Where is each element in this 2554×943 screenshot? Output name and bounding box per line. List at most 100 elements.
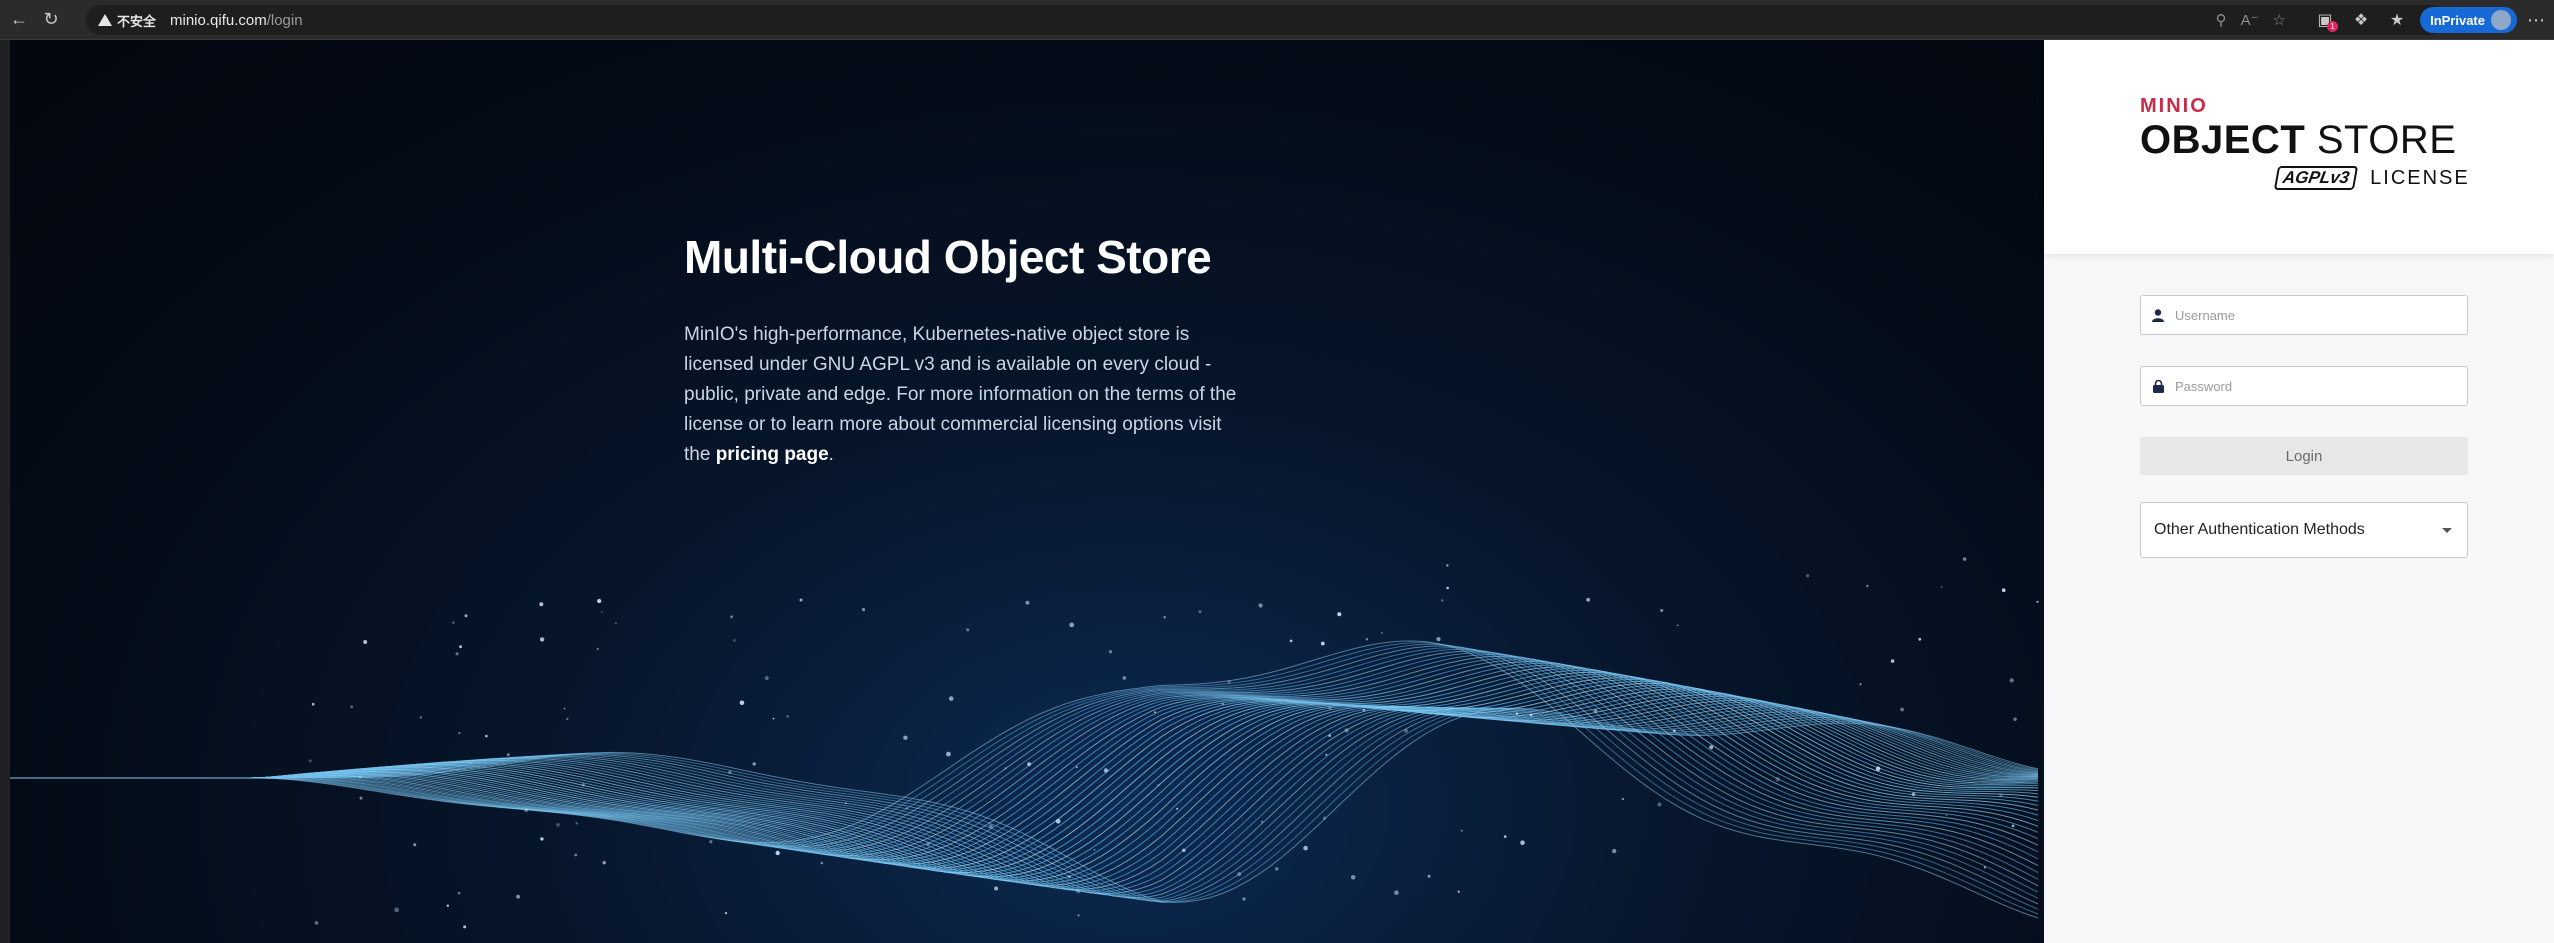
security-indicator[interactable]: 不安全	[98, 11, 156, 30]
sparkle-dot	[308, 759, 312, 763]
sparkle-dot	[1394, 890, 1399, 895]
sparkle-dot	[1676, 624, 1679, 627]
sparkle-dot	[709, 840, 713, 844]
sparkle-dot	[350, 705, 354, 709]
sparkle-dot	[2001, 588, 2006, 592]
sparkle-dot	[1612, 848, 1617, 854]
sparkle-dot	[946, 751, 951, 757]
sparkle-dot	[1775, 777, 1780, 782]
sparkle-dot	[1004, 767, 1007, 770]
username-input[interactable]	[2175, 307, 2455, 323]
sparkle-dot	[1108, 650, 1113, 654]
hero-section: Multi-Cloud Object Store MinIO's high-pe…	[10, 40, 2044, 943]
sparkle-dot	[1328, 734, 1331, 737]
warning-icon	[98, 14, 112, 26]
pricing-page-link[interactable]: pricing page	[716, 444, 829, 465]
sparkle-dot	[1260, 820, 1264, 823]
object-store-title: OBJECT STORE	[2140, 118, 2457, 162]
inprivate-label: InPrivate	[2430, 12, 2485, 28]
browser-toolbar: ← ↻ 不安全 minio.qifu.com/login ⚲ A⁻ ☆ ▣ 1 ❖…	[0, 0, 2554, 40]
sparkle-dot	[566, 717, 569, 721]
sparkle-dot	[314, 921, 319, 925]
other-auth-select[interactable]: Other Authentication Methods	[2140, 502, 2468, 558]
sparkle-dot	[1709, 745, 1714, 750]
sparkle-dot	[419, 716, 423, 719]
sparkle-dot	[1890, 659, 1895, 663]
sparkle-dot	[1075, 766, 1078, 768]
sparkle-dot	[1303, 845, 1308, 851]
sparkle-dot	[1911, 792, 1916, 796]
sparkle-dot	[1362, 708, 1366, 712]
sparkle-dot	[988, 824, 993, 829]
sparkle-dot	[1122, 676, 1127, 680]
read-aloud-icon[interactable]: A⁻	[2241, 11, 2259, 29]
sparkle-dot	[539, 637, 545, 642]
sparkle-dot	[799, 598, 803, 602]
sparkle-dot	[1076, 889, 1081, 894]
more-menu-icon[interactable]: ⋯	[2527, 10, 2546, 31]
wave-line	[10, 650, 2039, 887]
sparkle-dot	[1325, 753, 1328, 756]
sparkle-dot	[1027, 762, 1031, 767]
sparkle-dot	[506, 753, 510, 757]
refresh-icon[interactable]: ↻	[38, 7, 64, 33]
sparkle-dot	[926, 842, 930, 846]
sparkle-dot	[1025, 600, 1030, 605]
sparkle-dot	[903, 735, 908, 740]
sparkle-dot	[1404, 728, 1409, 733]
sparkle-dot	[752, 762, 756, 766]
sparkle-dot	[556, 823, 560, 827]
sparkle-dot	[994, 886, 999, 891]
sparkle-dot	[540, 837, 544, 841]
sparkle-dot	[1237, 872, 1242, 877]
extensions-puzzle-icon[interactable]: ❖	[2348, 7, 2374, 33]
sparkle-dot	[1093, 848, 1096, 851]
sparkle-dot	[1328, 706, 1332, 710]
favorite-star-icon[interactable]: ☆	[2273, 11, 2286, 29]
sparkle-dot	[1365, 638, 1369, 641]
other-auth-label: Other Authentication Methods	[2154, 521, 2365, 538]
sparkle-dot	[1657, 802, 1662, 807]
sparkle-dot	[1350, 875, 1356, 880]
sparkle-dot	[1289, 639, 1293, 643]
sparkle-dot	[358, 776, 362, 779]
sparkle-dot	[1520, 840, 1525, 845]
chevron-down-icon	[2442, 528, 2452, 533]
sparkle-dot	[1918, 637, 1922, 641]
inprivate-button[interactable]: InPrivate	[2420, 7, 2517, 33]
agpl-badge: AGPLv3	[2273, 166, 2359, 190]
address-icons: ⚲ A⁻ ☆	[2216, 5, 2286, 35]
sparkle-dot	[455, 652, 459, 656]
sparkle-dot	[1258, 603, 1263, 608]
wave-line	[10, 648, 2039, 893]
sparkle-dot	[581, 783, 585, 787]
favorites-icon[interactable]: ★	[2384, 7, 2410, 33]
sparkle-dot	[596, 647, 599, 651]
back-icon[interactable]: ←	[6, 7, 32, 33]
sparkle-dot	[1859, 683, 1862, 686]
url-text[interactable]: minio.qifu.com/login	[170, 12, 303, 29]
sparkle-dot	[1154, 711, 1156, 714]
sparkle-dot	[1242, 897, 1246, 901]
sparkle-dot	[363, 640, 368, 644]
sparkle-dot	[1067, 875, 1071, 879]
password-input[interactable]	[2175, 378, 2455, 394]
key-icon[interactable]: ⚲	[2216, 11, 2227, 29]
wave-line	[10, 664, 2039, 864]
sparkle-dot	[563, 707, 566, 710]
address-bar[interactable]: 不安全 minio.qifu.com/login ⚲ A⁻ ☆	[86, 5, 2446, 35]
password-field[interactable]	[2140, 366, 2468, 406]
login-button[interactable]: Login	[2140, 437, 2468, 475]
sparkle-dot	[1176, 807, 1179, 810]
sparkle-dot	[861, 608, 866, 612]
extension-icon[interactable]: ▣ 1	[2312, 7, 2339, 33]
sparkle-dot	[1460, 829, 1463, 832]
sparkle-dot	[1593, 708, 1598, 713]
sparkle-dot	[1322, 816, 1327, 820]
lock-icon	[2151, 379, 2165, 393]
sparkle-dot	[1427, 874, 1431, 878]
wave-line	[10, 706, 2039, 896]
username-field[interactable]	[2140, 295, 2468, 335]
sparkle-dot	[724, 911, 728, 915]
sparkle-dot	[739, 700, 745, 706]
